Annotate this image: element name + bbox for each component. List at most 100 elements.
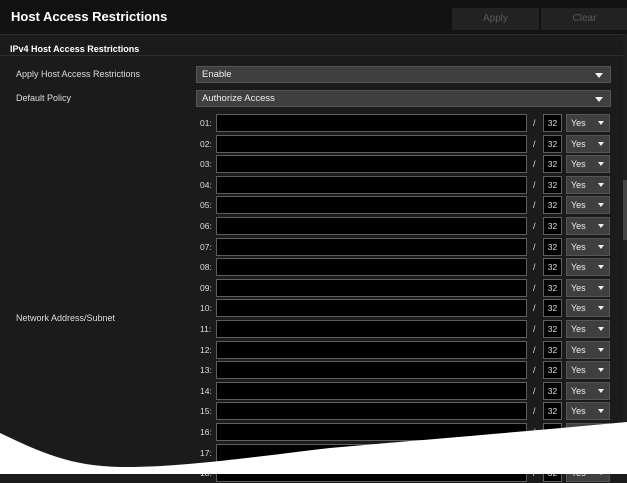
chevron-down-icon: [595, 73, 603, 78]
chevron-down-icon: [598, 224, 604, 228]
clear-button[interactable]: Clear: [541, 8, 627, 30]
allow-select[interactable]: Yes: [566, 443, 610, 462]
slash-separator: /: [533, 221, 536, 231]
allow-select-value: Yes: [571, 159, 586, 170]
apply-restrictions-label: Apply Host Access Restrictions: [16, 69, 141, 79]
network-address-input[interactable]: [216, 217, 527, 235]
address-row: 03: / 32 Yes: [196, 155, 616, 174]
allow-select[interactable]: Yes: [566, 361, 610, 380]
allow-select[interactable]: Yes: [566, 134, 610, 153]
allow-select[interactable]: Yes: [566, 423, 610, 441]
allow-select[interactable]: Yes: [566, 175, 610, 194]
row-number: 12:: [200, 344, 212, 355]
allow-select[interactable]: Yes: [566, 114, 610, 132]
network-address-input[interactable]: [216, 320, 527, 338]
network-address-input[interactable]: [216, 155, 527, 174]
subnet-mask-input[interactable]: 32: [543, 299, 562, 318]
slash-separator: /: [533, 344, 536, 355]
network-address-input[interactable]: [216, 114, 527, 132]
chevron-down-icon: [598, 327, 604, 331]
address-row: 08: / 32 Yes: [196, 258, 616, 277]
address-row: 05: / 32 Yes: [196, 196, 616, 215]
allow-select-value: Yes: [571, 241, 586, 252]
network-address-input[interactable]: [216, 423, 527, 441]
allow-select[interactable]: Yes: [566, 464, 610, 483]
subnet-mask-input[interactable]: 32: [543, 361, 562, 380]
network-address-input[interactable]: [216, 258, 527, 277]
scrollbar-thumb[interactable]: [623, 180, 627, 240]
allow-select[interactable]: Yes: [566, 299, 610, 318]
allow-select[interactable]: Yes: [566, 381, 610, 400]
subnet-mask-input[interactable]: 32: [543, 423, 562, 441]
allow-select[interactable]: Yes: [566, 320, 610, 338]
network-address-input[interactable]: [216, 278, 527, 297]
network-address-input[interactable]: [216, 381, 527, 400]
chevron-down-icon: [598, 203, 604, 208]
allow-select[interactable]: Yes: [566, 155, 610, 174]
row-number: 15:: [200, 406, 212, 417]
row-number: 03:: [200, 159, 212, 170]
address-row: 16: / 32 Yes: [196, 423, 616, 442]
row-number: 05:: [200, 200, 212, 211]
network-address-input[interactable]: [216, 402, 527, 421]
row-number: 07:: [200, 241, 212, 252]
row-number: 09:: [200, 282, 212, 293]
address-row: 17: / 32 Yes: [196, 443, 616, 463]
subnet-mask-input[interactable]: 32: [543, 134, 562, 153]
allow-select-value: Yes: [571, 200, 586, 211]
allow-select[interactable]: Yes: [566, 278, 610, 297]
default-policy-select[interactable]: Authorize Access: [196, 90, 611, 107]
apply-button[interactable]: Apply: [452, 8, 539, 30]
subnet-mask-input[interactable]: 32: [543, 278, 562, 297]
network-address-input[interactable]: [216, 361, 527, 380]
subnet-mask-input[interactable]: 32: [543, 402, 562, 421]
network-address-input[interactable]: [216, 237, 527, 256]
network-address-input[interactable]: [216, 299, 527, 318]
allow-select[interactable]: Yes: [566, 340, 610, 359]
chevron-down-icon: [598, 347, 604, 352]
slash-separator: /: [533, 365, 536, 376]
slash-separator: /: [533, 179, 536, 190]
network-address-input[interactable]: [216, 196, 527, 215]
address-row: 10: / 32 Yes: [196, 299, 616, 318]
subnet-mask-input[interactable]: 32: [543, 258, 562, 277]
subnet-mask-input[interactable]: 32: [543, 320, 562, 338]
apply-restrictions-select[interactable]: Enable: [196, 66, 611, 83]
subnet-mask-input[interactable]: 32: [543, 443, 562, 462]
allow-select[interactable]: Yes: [566, 402, 610, 421]
allow-select[interactable]: Yes: [566, 217, 610, 235]
subnet-mask-input[interactable]: 32: [543, 340, 562, 359]
chevron-down-icon: [598, 121, 604, 125]
network-address-label: Network Address/Subnet: [16, 313, 116, 323]
network-address-input[interactable]: [216, 134, 527, 153]
subnet-mask-input[interactable]: 32: [543, 237, 562, 256]
subnet-mask-input[interactable]: 32: [543, 217, 562, 235]
subnet-mask-input[interactable]: 32: [543, 155, 562, 174]
allow-select-value: Yes: [571, 138, 586, 149]
chevron-down-icon: [598, 368, 604, 373]
subnet-mask-input[interactable]: 32: [543, 464, 562, 483]
network-address-input[interactable]: [216, 464, 527, 483]
slash-separator: /: [533, 303, 536, 314]
network-address-input[interactable]: [216, 443, 527, 462]
chevron-down-icon: [598, 388, 604, 393]
subnet-mask-input[interactable]: 32: [543, 175, 562, 194]
subnet-mask-input[interactable]: 32: [543, 381, 562, 400]
allow-select[interactable]: Yes: [566, 258, 610, 277]
allow-select[interactable]: Yes: [566, 237, 610, 256]
row-number: 14:: [200, 385, 212, 396]
subnet-mask-input[interactable]: 32: [543, 196, 562, 215]
slash-separator: /: [533, 262, 536, 273]
address-row: 02: / 32 Yes: [196, 134, 616, 154]
address-row: 04: / 32 Yes: [196, 175, 616, 195]
chevron-down-icon: [598, 450, 604, 455]
allow-select[interactable]: Yes: [566, 196, 610, 215]
network-address-input[interactable]: [216, 175, 527, 194]
allow-select-value: Yes: [571, 282, 586, 293]
row-number: 16:: [200, 427, 212, 437]
chevron-down-icon: [598, 265, 604, 270]
address-row: 09: / 32 Yes: [196, 278, 616, 298]
network-address-input[interactable]: [216, 340, 527, 359]
subnet-mask-input[interactable]: 32: [543, 114, 562, 132]
row-number: 06:: [200, 221, 212, 231]
